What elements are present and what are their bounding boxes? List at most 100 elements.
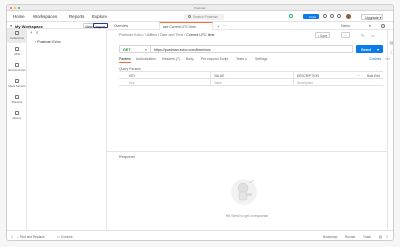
sidebar-item-collections[interactable]: Collections bbox=[7, 29, 27, 43]
tab-tests-label: Tests bbox=[236, 57, 244, 61]
bootcamp-button[interactable]: Bootcamp bbox=[323, 235, 337, 239]
info-icon[interactable]: ⓘ bbox=[390, 50, 393, 56]
help-icon[interactable]: ? bbox=[386, 235, 388, 239]
console-button[interactable]: ▭ Console bbox=[57, 235, 73, 239]
tab-current-request[interactable]: GET Current UTC time bbox=[159, 22, 213, 30]
app-window: Postman Home Workspaces Reports Explore … bbox=[6, 4, 394, 241]
sidebar-item-label: Mock Servers bbox=[8, 84, 26, 88]
method-label: GET bbox=[123, 48, 131, 52]
request-tabs-bar: Overview GET Current UTC time + ··· Demo… bbox=[107, 22, 393, 30]
import-button[interactable]: Import bbox=[93, 23, 108, 29]
more-actions-button[interactable]: ··· bbox=[341, 32, 351, 38]
value-input[interactable]: Value bbox=[214, 81, 222, 85]
search-input[interactable]: Search Postman bbox=[184, 13, 224, 20]
send-button[interactable]: Send ▾ bbox=[356, 45, 383, 53]
sidebar-item-label: Collections bbox=[10, 36, 24, 40]
tab-body[interactable]: Body bbox=[186, 57, 194, 61]
console-icon: ▭ bbox=[57, 235, 61, 239]
gear-icon[interactable] bbox=[330, 14, 334, 19]
tab-headers[interactable]: Headers (7) bbox=[162, 57, 180, 61]
url-input[interactable]: https://postman-echo.com/time/now bbox=[154, 48, 211, 52]
plus-icon[interactable]: + bbox=[30, 30, 33, 35]
add-tab-icon[interactable]: + bbox=[217, 24, 219, 29]
sidebar-item-monitors[interactable]: Monitors bbox=[7, 93, 27, 107]
apis-icon bbox=[15, 47, 19, 51]
api-docs-icon[interactable]: ▤ bbox=[390, 40, 394, 45]
sidebar-item-history[interactable]: History bbox=[7, 109, 27, 123]
tab-params[interactable]: Params bbox=[119, 57, 131, 63]
chevron-down-icon: ▾ bbox=[377, 46, 380, 52]
top-navigation: Home Workspaces Reports Explore Search P… bbox=[7, 11, 393, 22]
breadcrumb: Postman Echo / Utilities / Date and Time… bbox=[119, 33, 215, 37]
comments-icon[interactable]: ▭ bbox=[371, 33, 375, 38]
collection-item[interactable]: › Postman Echo bbox=[35, 40, 61, 44]
cookies-link[interactable]: Cookies bbox=[369, 57, 381, 61]
history-icon bbox=[15, 111, 19, 115]
chevron-down-icon: ▾ bbox=[369, 23, 371, 28]
edit-icon[interactable]: ✎ bbox=[361, 33, 364, 38]
sidebar-item-apis[interactable]: APIs bbox=[7, 45, 27, 59]
search-placeholder: Search Postman bbox=[193, 14, 219, 19]
monitors-icon bbox=[15, 95, 19, 99]
upgrade-button[interactable]: Upgrade ▾ bbox=[361, 13, 383, 20]
key-input[interactable]: Key bbox=[129, 81, 135, 85]
save-button[interactable]: ▪ Save bbox=[315, 32, 331, 38]
sidebar-header: ● My Workspace New Import bbox=[7, 22, 108, 29]
column-divider bbox=[210, 72, 211, 86]
sidebar-toggle-icon[interactable]: ▯ bbox=[11, 235, 13, 239]
nav-explore[interactable]: Explore bbox=[92, 14, 107, 19]
find-replace-button[interactable]: ⌕ Find and Replace bbox=[17, 235, 45, 239]
sidebar-item-environments[interactable]: Environments bbox=[7, 61, 27, 75]
astronaut-illustration bbox=[231, 179, 257, 205]
sidebar-item-mock-servers[interactable]: Mock Servers bbox=[7, 77, 27, 91]
breadcrumb-folder[interactable]: Utilities / Date and Time bbox=[145, 33, 183, 37]
code-icon[interactable]: </> bbox=[385, 57, 390, 61]
tab-overview[interactable]: Overview bbox=[111, 22, 131, 30]
environment-select[interactable]: Demo ▾ bbox=[337, 24, 377, 29]
description-input[interactable]: Description bbox=[297, 81, 313, 85]
eye-icon[interactable] bbox=[381, 23, 385, 28]
bulk-edit-link[interactable]: Bulk Edit bbox=[367, 74, 380, 78]
tab-authorization[interactable]: Authorization bbox=[136, 57, 156, 61]
more-tabs-icon[interactable]: ··· bbox=[223, 24, 226, 28]
sidebar-item-label: Monitors bbox=[11, 100, 23, 104]
runner-button[interactable]: Runner bbox=[345, 235, 355, 239]
chevron-down-icon: ▾ bbox=[145, 48, 147, 52]
column-description: DESCRIPTION bbox=[297, 73, 319, 78]
layout-icon[interactable]: ▥ bbox=[379, 235, 382, 239]
mock-servers-icon bbox=[15, 79, 19, 83]
breadcrumb-request: Current UTC time bbox=[186, 33, 215, 37]
sidebar-item-label: APIs bbox=[14, 52, 20, 56]
chevron-down-icon: ▾ bbox=[379, 15, 382, 20]
invite-button[interactable]: Invite bbox=[303, 14, 319, 19]
satellite-icon[interactable] bbox=[323, 14, 327, 19]
table-row: Key Value Description bbox=[119, 79, 383, 86]
tab-pre-request-script[interactable]: Pre-request Script bbox=[201, 57, 228, 61]
breadcrumb-collection[interactable]: Postman Echo bbox=[119, 33, 142, 37]
sync-status-icon[interactable] bbox=[289, 14, 293, 19]
more-options-icon[interactable]: ··· bbox=[357, 74, 360, 78]
search-icon bbox=[188, 14, 191, 18]
table-header-row: KEY VALUE DESCRIPTION ··· Bulk Edit bbox=[119, 72, 383, 79]
tab-title: Current UTC time bbox=[169, 25, 196, 29]
tab-settings[interactable]: Settings bbox=[255, 57, 267, 61]
column-divider bbox=[293, 72, 294, 86]
send-label: Send bbox=[361, 46, 371, 52]
method-select[interactable]: GET ▾ bbox=[120, 46, 151, 52]
column-key: KEY bbox=[129, 73, 136, 78]
request-options-tabs: Params Authorization Headers (7) Body Pr… bbox=[119, 56, 390, 63]
collections-icon bbox=[15, 31, 19, 35]
filter-icon[interactable]: ≡ bbox=[36, 30, 38, 35]
tab-tests[interactable]: Tests ● bbox=[236, 57, 247, 61]
window-title: Postman bbox=[194, 6, 206, 10]
sidebar-item-label: Environments bbox=[8, 68, 26, 72]
find-replace-label: Find and Replace bbox=[19, 235, 45, 239]
status-bar: ▯ ⌕ Find and Replace ▭ Console Bootcamp … bbox=[7, 230, 393, 240]
avatar[interactable] bbox=[346, 13, 351, 19]
user-icon: ● bbox=[10, 24, 13, 28]
nav-home[interactable]: Home bbox=[13, 14, 25, 19]
bell-icon[interactable] bbox=[337, 14, 341, 19]
trash-button[interactable]: Trash bbox=[363, 235, 371, 239]
nav-reports[interactable]: Reports bbox=[69, 14, 84, 19]
nav-workspaces[interactable]: Workspaces bbox=[33, 14, 57, 19]
